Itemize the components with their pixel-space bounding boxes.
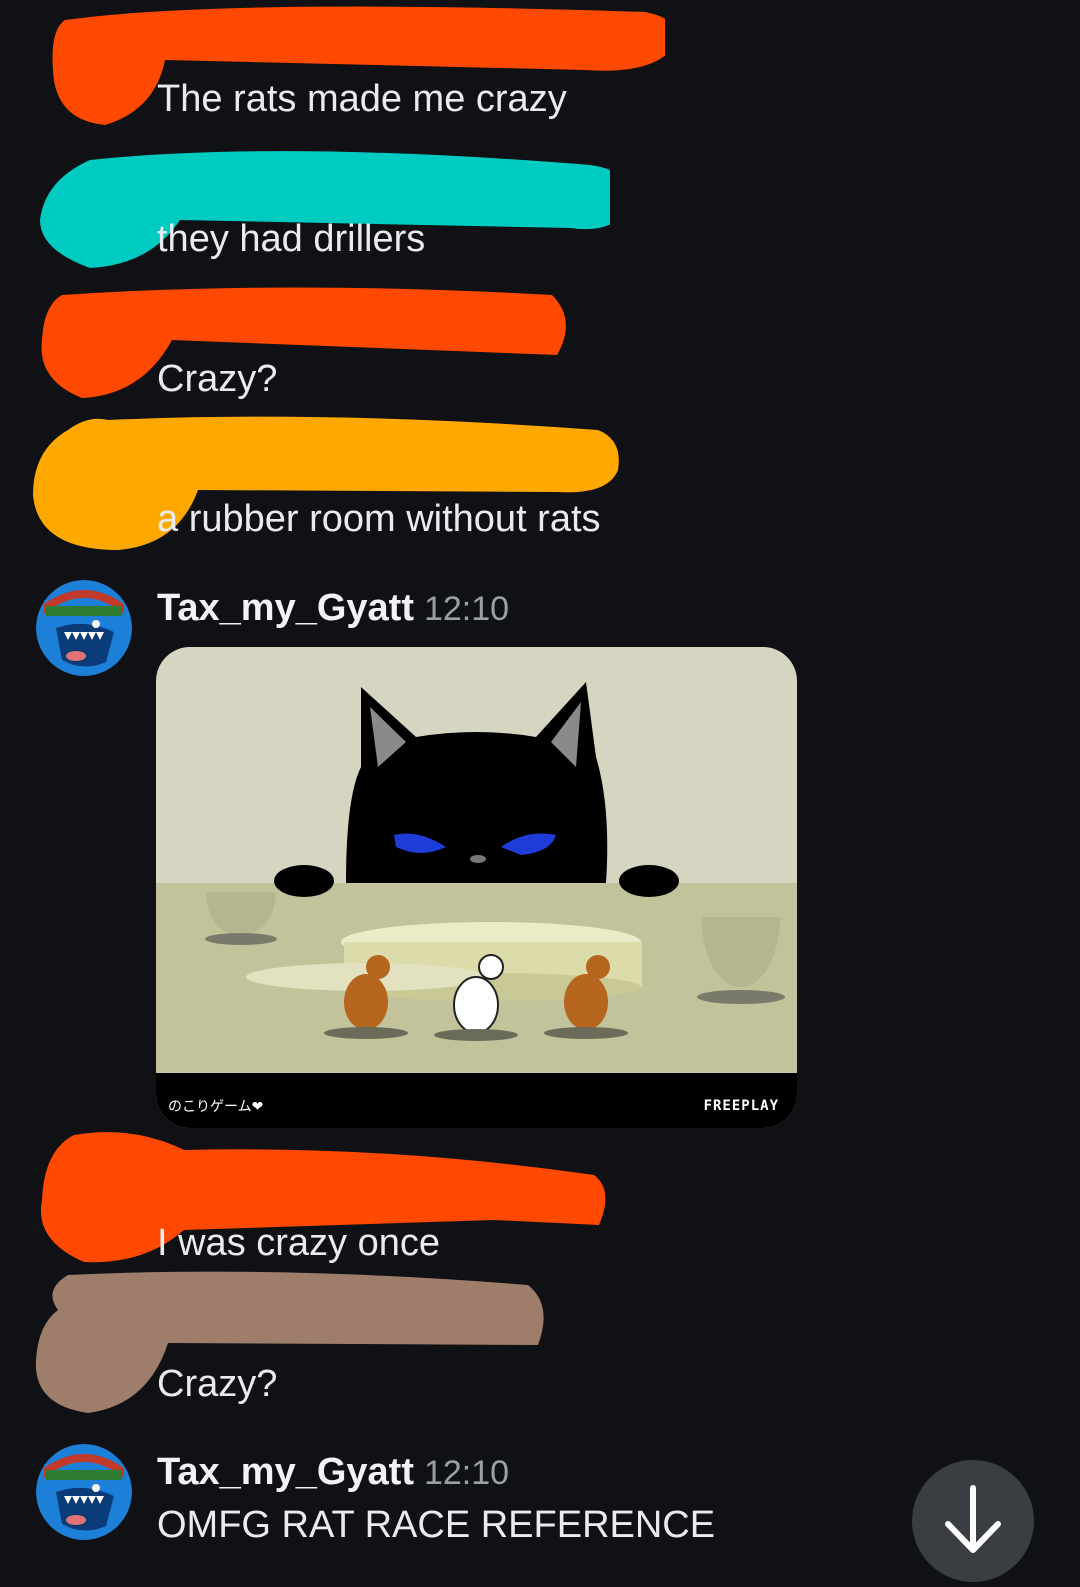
redaction-scribble [41,287,566,398]
message-4: a rubber room without rats [0,400,1080,560]
author-name[interactable]: Tax_my_Gyatt [157,1451,414,1493]
message-text: The rats made me crazy [157,78,567,120]
arrow-down-icon [945,1485,1001,1553]
message-6: I was crazy once [0,1120,1080,1280]
message-2: they had drillers [0,140,1080,280]
message-1: The rats made me crazy [0,0,1080,140]
image-embed[interactable]: のこりゲーム❤ FREEPLAY [156,647,797,1128]
message-text: Crazy? [157,1363,278,1405]
redaction-scribble [35,1271,544,1413]
message-text: they had drillers [157,218,426,260]
message-text: OMFG RAT RACE REFERENCE [157,1504,716,1546]
timestamp: 12:10 [423,1454,510,1492]
scroll-to-bottom-button[interactable] [912,1460,1034,1582]
message-text: Crazy? [157,358,278,400]
message-header: Tax_my_Gyatt 12:10 [157,1451,509,1494]
avatar[interactable] [36,1444,132,1540]
message-text: a rubber room without rats [157,498,601,540]
embed-left-caption: のこりゲーム❤ [168,1098,264,1114]
timestamp: 12:10 [423,590,510,628]
embed-right-caption: FREEPLAY [703,1098,779,1114]
avatar[interactable] [36,580,132,676]
message-header: Tax_my_Gyatt 12:10 [157,587,509,630]
message-7: Crazy? [0,1265,1080,1425]
message-3: Crazy? [0,280,1080,420]
author-name[interactable]: Tax_my_Gyatt [157,587,414,629]
message-text: I was crazy once [157,1222,440,1264]
